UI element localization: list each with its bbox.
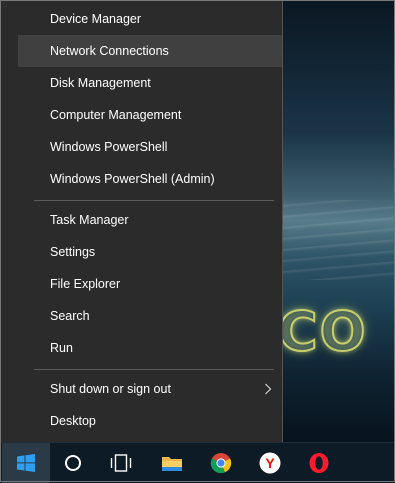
menu-item-shut-down-or-sign-out[interactable]: Shut down or sign out	[18, 373, 282, 405]
menu-item-network-connections[interactable]: Network Connections	[18, 35, 282, 67]
menu-item-label: Shut down or sign out	[50, 382, 171, 396]
menu-item-label: Network Connections	[50, 44, 169, 58]
cortana-search-button[interactable]	[49, 443, 97, 483]
menu-divider	[34, 369, 274, 370]
yandex-letter: Y	[265, 455, 275, 471]
file-explorer-icon	[161, 453, 183, 473]
cortana-search-icon	[64, 454, 82, 472]
menu-item-label: Windows PowerShell (Admin)	[50, 172, 215, 186]
chevron-right-icon	[264, 373, 272, 405]
menu-item-desktop[interactable]: Desktop	[18, 405, 282, 437]
menu-item-computer-management[interactable]: Computer Management	[18, 99, 282, 131]
menu-item-disk-management[interactable]: Disk Management	[18, 67, 282, 99]
menu-item-device-manager[interactable]: Device Manager	[18, 3, 282, 35]
yandex-browser-icon: Y	[259, 452, 281, 474]
menu-item-label: Device Manager	[50, 12, 142, 26]
menu-item-label: Windows PowerShell	[50, 140, 168, 154]
opera-taskbar-button[interactable]	[295, 443, 343, 483]
task-view-button[interactable]	[97, 443, 145, 483]
task-view-icon	[110, 454, 132, 472]
menu-item-label: Task Manager	[50, 213, 129, 227]
menu-item-task-manager[interactable]: Task Manager	[18, 204, 282, 236]
yandex-browser-taskbar-button[interactable]: Y	[246, 443, 294, 483]
file-explorer-taskbar-button[interactable]	[148, 443, 196, 483]
menu-item-label: File Explorer	[50, 277, 121, 291]
taskbar: Y	[0, 442, 395, 483]
menu-item-run[interactable]: Run	[18, 332, 282, 364]
menu-item-windows-powershell-admin[interactable]: Windows PowerShell (Admin)	[18, 163, 282, 195]
menu-divider	[34, 200, 274, 201]
menu-item-windows-powershell[interactable]: Windows PowerShell	[18, 131, 282, 163]
menu-item-file-explorer[interactable]: File Explorer	[18, 268, 282, 300]
menu-item-label: Desktop	[50, 414, 96, 428]
chrome-taskbar-button[interactable]	[197, 443, 245, 483]
opera-icon	[308, 452, 330, 474]
menu-item-label: Disk Management	[50, 76, 151, 90]
wallpaper-glow-text: CO	[277, 299, 368, 364]
menu-item-settings[interactable]: Settings	[18, 236, 282, 268]
menu-item-search[interactable]: Search	[18, 300, 282, 332]
menu-item-label: Computer Management	[50, 108, 182, 122]
menu-item-label: Run	[50, 341, 73, 355]
start-button[interactable]	[2, 443, 50, 483]
windows-start-icon	[17, 454, 35, 472]
chrome-icon	[210, 452, 232, 474]
power-user-menu: Device Manager Network Connections Disk …	[0, 0, 283, 444]
menu-item-label: Settings	[50, 245, 96, 259]
menu-item-label: Search	[50, 309, 90, 323]
